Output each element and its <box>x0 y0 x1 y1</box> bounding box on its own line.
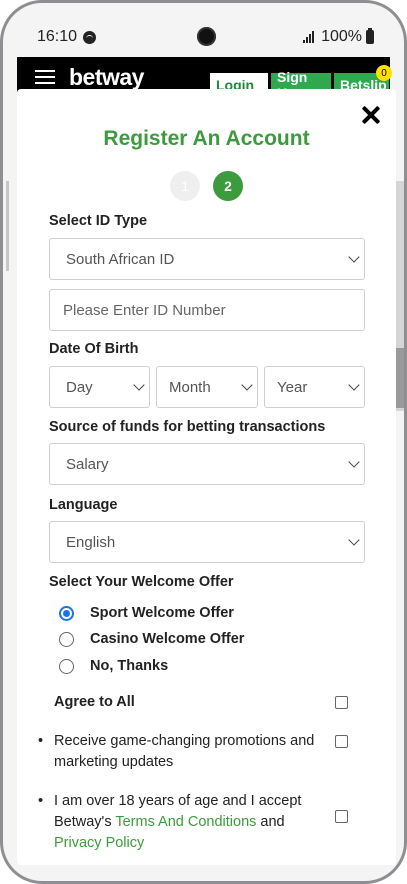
promo-consent-checkbox[interactable] <box>335 735 348 748</box>
agree-all-checkbox[interactable] <box>335 696 348 709</box>
status-time: 16:10 <box>37 28 78 45</box>
and-text: and <box>256 814 285 830</box>
background-edge <box>6 181 9 271</box>
close-icon[interactable] <box>360 104 382 126</box>
dob-year-value: Year <box>277 378 308 396</box>
step-2: 2 <box>213 171 243 201</box>
radio-button[interactable] <box>59 631 74 647</box>
privacy-link[interactable]: Privacy Policy <box>54 835 144 851</box>
terms-link[interactable]: Terms And Conditions <box>115 814 256 830</box>
funds-label: Source of funds for betting transactions <box>49 419 326 435</box>
offer-casino-option[interactable]: Casino Welcome Offer <box>59 631 244 647</box>
battery-icon <box>366 28 374 44</box>
menu-icon[interactable] <box>35 70 55 84</box>
signal-icon <box>303 31 317 43</box>
id-type-value: South African ID <box>66 250 175 268</box>
dob-year-select[interactable]: Year <box>264 366 365 408</box>
id-number-placeholder: Please Enter ID Number <box>63 301 226 319</box>
chevron-down-icon <box>348 456 360 468</box>
phone-frame: 16:10 100% betway Login Sign Up Betslip … <box>0 0 407 884</box>
offer-sport-option[interactable]: Sport Welcome Offer <box>59 605 234 621</box>
dob-label: Date Of Birth <box>49 341 139 357</box>
offer-label: No, Thanks <box>90 658 169 674</box>
betslip-count-badge: 0 <box>376 65 392 81</box>
radio-button[interactable] <box>59 605 74 621</box>
promo-consent-text: Receive game-changing promotions and mar… <box>38 731 319 773</box>
age-consent-checkbox[interactable] <box>335 810 348 823</box>
id-number-input[interactable]: Please Enter ID Number <box>49 289 365 331</box>
spotify-icon <box>83 30 97 44</box>
agree-all-label: Agree to All <box>54 694 135 710</box>
register-modal: Register An Account 1 2 Select ID Type S… <box>17 89 396 865</box>
chevron-down-icon <box>348 251 360 263</box>
offer-label: Casino Welcome Offer <box>90 631 245 647</box>
dob-day-value: Day <box>66 378 93 396</box>
camera-icon <box>197 27 216 46</box>
dob-month-select[interactable]: Month <box>156 366 258 408</box>
dob-month-value: Month <box>169 378 211 396</box>
offer-label: Sport Welcome Offer <box>90 605 234 621</box>
chevron-down-icon <box>133 379 145 391</box>
id-type-label: Select ID Type <box>49 213 148 229</box>
modal-title: Register An Account <box>103 127 310 150</box>
language-label: Language <box>49 497 118 513</box>
offer-none-option[interactable]: No, Thanks <box>59 658 168 674</box>
battery-percent: 100% <box>321 28 362 45</box>
chevron-down-icon <box>241 379 253 391</box>
welcome-offer-label: Select Your Welcome Offer <box>49 574 234 590</box>
language-value: English <box>66 533 116 551</box>
age-consent-text: I am over 18 years of age and I accept B… <box>38 791 319 854</box>
betway-logo[interactable]: betway <box>69 64 144 91</box>
language-select[interactable]: English <box>49 521 365 563</box>
step-1: 1 <box>170 171 200 201</box>
chevron-down-icon <box>348 379 360 391</box>
funds-select[interactable]: Salary <box>49 443 365 485</box>
id-type-select[interactable]: South African ID <box>49 238 365 280</box>
dob-day-select[interactable]: Day <box>49 366 150 408</box>
radio-button[interactable] <box>59 658 74 674</box>
step-indicator: 1 2 <box>170 171 243 201</box>
chevron-down-icon <box>348 534 360 546</box>
funds-value: Salary <box>66 455 109 473</box>
